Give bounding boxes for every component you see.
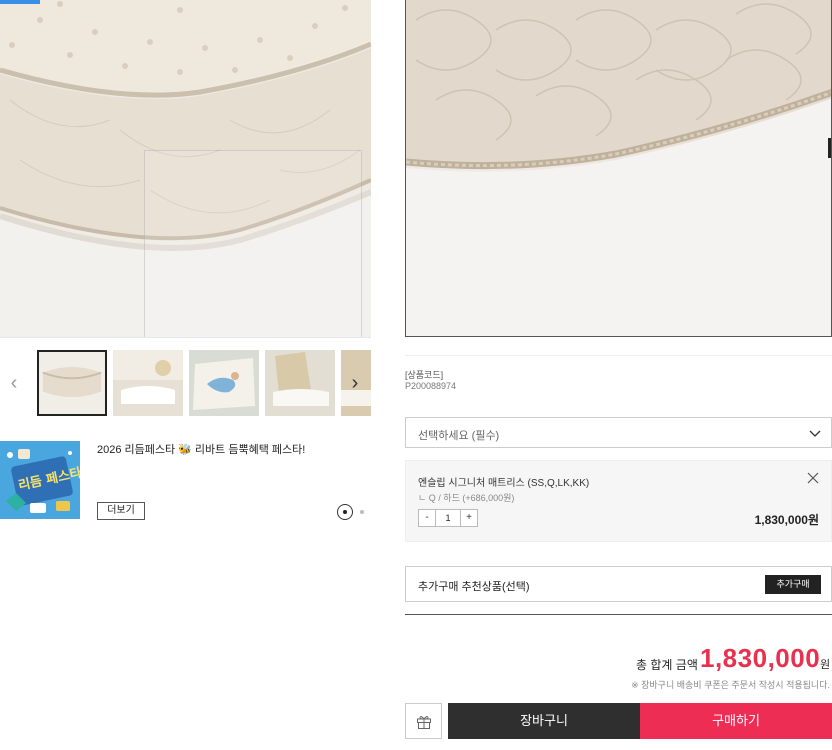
top-accent-bar	[0, 0, 40, 4]
thumbnail-4[interactable]	[265, 350, 335, 416]
total-price: 1,830,000	[700, 643, 821, 673]
festa-banner-image[interactable]: 리듬 페스타	[0, 441, 80, 519]
selected-item-price: 1,830,000원	[754, 513, 819, 527]
total-unit: 원	[820, 659, 831, 671]
zoom-lens[interactable]	[144, 150, 362, 337]
addon-label: 추가구매 추천상품(선택)	[418, 581, 530, 593]
chevron-left-icon[interactable]: ‹	[6, 372, 22, 394]
option-select[interactable]: 선택하세요 (필수)	[405, 417, 832, 448]
thumbnail-1[interactable]	[37, 350, 107, 416]
banner-pagination	[337, 504, 373, 520]
chevron-right-icon[interactable]: ›	[347, 372, 363, 394]
quantity-decrease-button[interactable]: -	[419, 510, 436, 526]
zoomed-product-image	[405, 0, 832, 337]
banner-dot-active[interactable]	[337, 504, 353, 520]
zoom-edge-marker	[828, 138, 831, 158]
selected-item-option: ㄴ Q / 하드 (+686,000원)	[418, 493, 515, 503]
option-select-placeholder: 선택하세요 (필수)	[418, 430, 500, 442]
mattress-zoom-detail	[406, 0, 831, 336]
chevron-down-icon	[809, 430, 821, 437]
gift-icon	[417, 716, 431, 729]
banner-title[interactable]: 2026 리듬페스타 🐝 리바트 듬뿍혜택 페스타!	[97, 441, 305, 457]
divider	[405, 614, 832, 615]
festa-banner-art: 리듬 페스타	[0, 441, 80, 519]
thumbnail-2[interactable]	[113, 350, 183, 416]
thumbnail-3[interactable]	[189, 350, 259, 416]
product-code-value: P200088974	[405, 381, 457, 391]
addon-purchase-button[interactable]: 추가구매	[765, 575, 821, 594]
gift-button[interactable]	[405, 703, 442, 739]
thumbnail-strip: ‹ ›	[0, 348, 371, 418]
quantity-increase-button[interactable]: +	[460, 510, 477, 526]
product-code-label: [상품코드]	[405, 370, 444, 380]
add-to-cart-button[interactable]: 장바구니	[448, 703, 640, 739]
selected-item-box: 엔슬립 시그니처 매트리스 (SS,Q,LK,KK) ㄴ Q / 하드 (+68…	[405, 460, 832, 542]
mattress-thumbnail	[39, 352, 105, 414]
more-button[interactable]: 더보기	[97, 502, 145, 520]
banner-dot[interactable]	[360, 510, 364, 514]
bedroom-thumbnail	[113, 350, 183, 416]
divider	[405, 355, 832, 356]
bedroom-thumbnail	[265, 350, 335, 416]
selected-item-name: 엔슬립 시그니처 매트리스 (SS,Q,LK,KK)	[418, 478, 590, 489]
person-on-mattress-thumbnail	[189, 350, 259, 416]
cart-coupon-notice: ※ 장바구니 배송비 쿠폰은 주문서 작성시 적용됩니다.	[631, 680, 830, 690]
total-label: 총 합계 금액	[636, 658, 698, 672]
quantity-stepper: - 1 +	[418, 509, 478, 527]
quantity-input[interactable]: 1	[436, 510, 460, 526]
close-icon[interactable]	[807, 472, 819, 484]
addon-products-row: 추가구매 추천상품(선택) 추가구매	[405, 566, 832, 602]
main-product-image[interactable]	[0, 0, 371, 338]
buy-now-button[interactable]: 구매하기	[640, 703, 832, 739]
